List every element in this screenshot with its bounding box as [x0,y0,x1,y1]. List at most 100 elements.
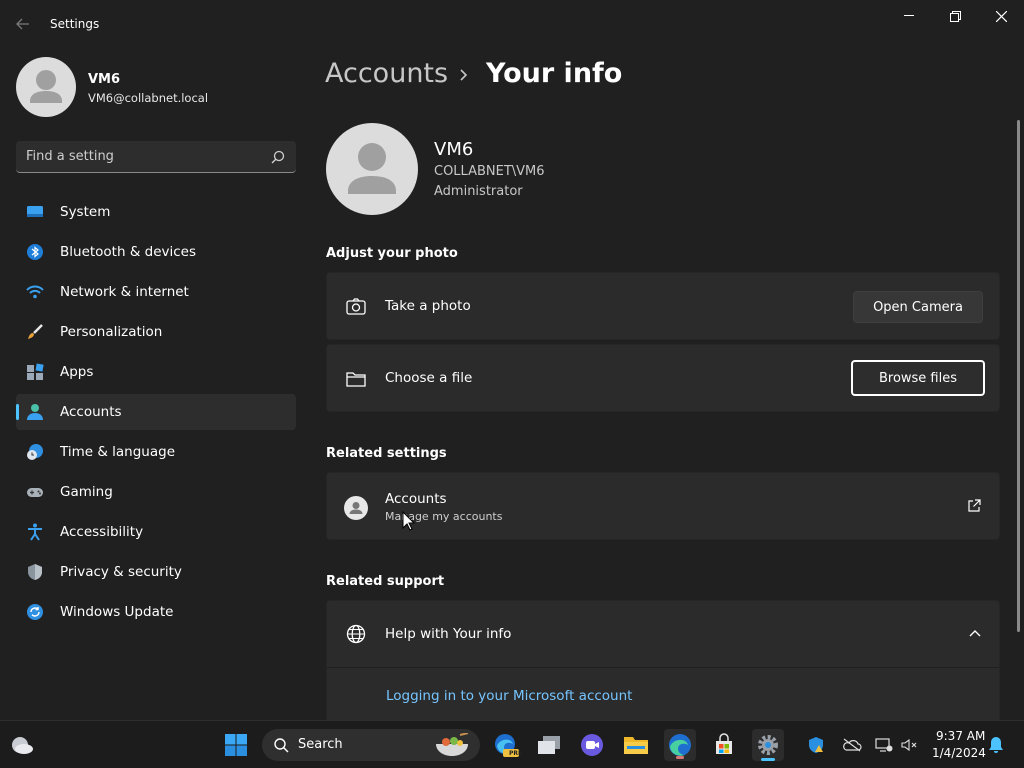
profile-name: VM6 [88,72,121,87]
choose-file-card: Choose a file Browse files [326,344,1000,412]
sidebar-item-label: Windows Update [60,604,174,620]
chevron-right-icon [460,69,468,81]
app-title: Settings [50,17,100,31]
gamepad-icon [27,488,43,497]
sidebar-item-bluetooth[interactable]: Bluetooth & devices [16,234,296,270]
cloud-icon [12,737,33,754]
microsoft-account-link[interactable]: Logging in to your Microsoft account [386,688,632,704]
clock-time[interactable]: 9:37 AM [936,729,985,743]
maximize-button[interactable] [932,0,978,32]
taskbar: Search PRE 9:37 AM 1/4/2024 [0,720,1024,768]
sidebar-item-gaming[interactable]: Gaming [16,474,296,510]
scrollbar[interactable] [1017,120,1020,632]
sidebar-item-time-language[interactable]: Time & language [16,434,296,470]
sidebar-item-accounts[interactable]: Accounts [16,394,296,430]
chevron-up-icon [969,630,981,637]
sidebar-item-label: Network & internet [60,284,189,300]
browse-files-button[interactable]: Browse files [851,360,985,396]
taskbar-search-label: Search [298,737,343,752]
sidebar-item-label: Privacy & security [60,564,182,580]
account-avatar-icon [344,496,368,520]
edge-app[interactable] [664,729,696,761]
shield-icon [28,564,42,580]
sidebar-item-system[interactable]: System [16,194,296,230]
edge-icon [669,734,691,756]
sidebar-item-apps[interactable]: Apps [16,354,296,390]
volume-muted-icon [901,738,917,752]
open-camera-button[interactable]: Open Camera [853,291,983,323]
running-indicator [676,756,684,759]
brush-icon [28,324,43,339]
globe-icon [346,624,366,644]
search-box[interactable] [16,141,296,173]
sidebar-item-label: System [60,204,111,220]
onedrive-tray[interactable] [840,729,864,761]
edge-preview-badge: PRE [509,750,523,757]
person-icon [27,404,43,420]
close-button[interactable] [978,0,1024,32]
person-placeholder-icon [30,70,62,103]
breadcrumb-parent[interactable]: Accounts [325,58,448,89]
sidebar-item-label: Time & language [60,444,176,460]
restore-icon [949,10,961,22]
sidebar-nav: System Bluetooth & devices Network & int… [16,194,296,634]
accounts-link-card[interactable]: Accounts Manage my accounts [326,472,1000,540]
folder-icon [624,737,648,754]
minimize-button[interactable] [886,0,932,32]
globe-clock-icon [27,444,43,460]
teams-chat-icon [581,734,603,756]
clock-date[interactable]: 1/4/2024 [932,746,986,760]
bluetooth-icon [27,244,43,260]
network-tray[interactable] [872,729,896,761]
take-photo-card: Take a photo Open Camera [326,272,1000,340]
sidebar-item-label: Apps [60,364,94,380]
sidebar-item-network[interactable]: Network & internet [16,274,296,310]
section-title-adjust-photo: Adjust your photo [326,246,458,261]
profile-email: VM6@collabnet.local [88,91,209,105]
close-icon [995,10,1007,22]
sidebar-item-label: Bluetooth & devices [60,244,197,260]
user-domain: COLLABNET\VM6 [434,164,545,179]
user-avatar [326,123,418,215]
volume-tray[interactable] [898,729,920,761]
notifications-button[interactable] [984,729,1008,761]
sidebar-item-windows-update[interactable]: Windows Update [16,594,296,630]
settings-app[interactable] [752,729,784,761]
start-button[interactable] [220,729,252,761]
sidebar-item-privacy-security[interactable]: Privacy & security [16,554,296,590]
choose-file-label: Choose a file [385,370,473,386]
active-indicator [761,758,775,761]
sidebar-item-personalization[interactable]: Personalization [16,314,296,350]
external-link-icon [968,499,981,512]
camera-icon [346,298,366,315]
back-button[interactable] [10,12,36,36]
task-view-icon [538,736,560,754]
bell-icon [989,737,1003,753]
task-view-app[interactable] [533,729,565,761]
file-explorer-app[interactable] [620,729,652,761]
sidebar-item-label: Gaming [60,484,113,500]
sidebar-item-label: Accessibility [60,524,144,540]
security-tray[interactable] [804,729,828,761]
sidebar-item-label: Personalization [60,324,163,340]
bowl-illustration-icon [436,733,469,756]
user-name: VM6 [434,139,474,160]
edge-preview-app[interactable]: PRE [490,729,522,761]
microsoft-store-app[interactable] [708,729,740,761]
avatar[interactable] [16,57,76,117]
mouse-cursor-icon [402,511,416,531]
search-input[interactable] [26,141,266,172]
person-placeholder-icon [348,143,396,194]
search-icon [274,738,289,753]
taskbar-search[interactable]: Search [262,729,480,761]
sidebar-item-accessibility[interactable]: Accessibility [16,514,296,550]
help-expander-header[interactable]: Help with Your info [327,601,999,667]
sidebar-item-label: Accounts [60,404,122,420]
shield-warning-icon [809,737,823,753]
teams-app[interactable] [576,729,608,761]
monitor-icon [27,206,43,217]
weather-widget[interactable] [6,729,38,761]
update-icon [27,604,43,620]
divider [327,667,999,668]
cloud-offline-icon [843,738,862,752]
